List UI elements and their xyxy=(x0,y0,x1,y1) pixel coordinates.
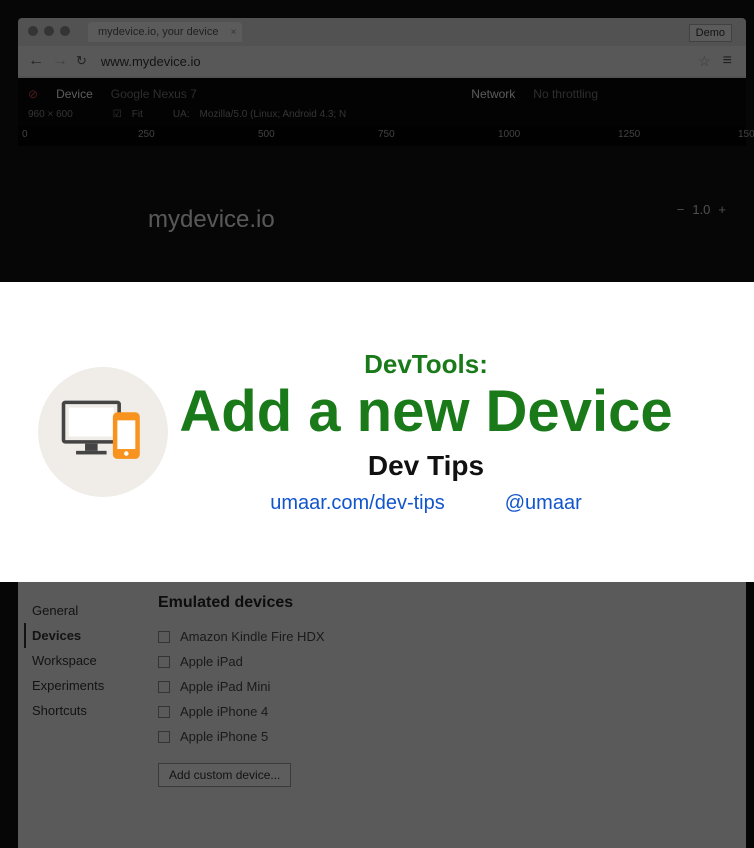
device-name: Apple iPhone 5 xyxy=(180,729,268,744)
network-value[interactable]: No throttling xyxy=(533,87,598,101)
checkbox-icon[interactable] xyxy=(158,731,170,743)
fit-label[interactable]: Fit xyxy=(132,109,143,120)
card-subtitle: Dev Tips xyxy=(168,450,684,482)
device-viewport: mydevice.io − 1.0 + xyxy=(18,146,746,266)
card-link-handle[interactable]: @umaar xyxy=(505,492,582,515)
url-bar: ← → ↻ www.mydevice.io ☆ ≡ xyxy=(18,46,746,76)
ruler-tick: 500 xyxy=(258,129,275,140)
tab-title: mydevice.io, your device xyxy=(98,26,218,38)
sidebar-item-experiments[interactable]: Experiments xyxy=(32,673,138,698)
url-input[interactable]: www.mydevice.io xyxy=(95,54,690,69)
zoom-out-icon[interactable]: − xyxy=(677,202,685,217)
device-value[interactable]: Google Nexus 7 xyxy=(111,87,197,101)
bookmark-icon[interactable]: ☆ xyxy=(698,53,711,70)
zoom-value: 1.0 xyxy=(692,202,710,217)
sidebar-item-workspace[interactable]: Workspace xyxy=(32,648,138,673)
card-overline: DevTools: xyxy=(168,349,684,380)
device-icon xyxy=(38,367,168,497)
zoom-control[interactable]: − 1.0 + xyxy=(677,202,726,217)
ruler-tick: 1250 xyxy=(618,129,640,140)
title-card: DevTools: Add a new Device Dev Tips umaa… xyxy=(0,282,754,582)
settings-sidebar: General Devices Workspace Experiments Sh… xyxy=(18,580,138,848)
cancel-icon[interactable]: ⊘ xyxy=(28,87,38,101)
ruler-tick: 1000 xyxy=(498,129,520,140)
ruler: 0 250 500 750 1000 1250 1500 xyxy=(18,126,746,146)
devtools-settings-panel: General Devices Workspace Experiments Sh… xyxy=(18,580,746,848)
menu-icon[interactable]: ≡ xyxy=(719,52,736,70)
sidebar-item-shortcuts[interactable]: Shortcuts xyxy=(32,698,138,723)
device-list-item[interactable]: Apple iPhone 5 xyxy=(158,724,726,749)
settings-heading: Emulated devices xyxy=(158,594,726,612)
browser-chrome: mydevice.io, your device × Demo ← → ↻ ww… xyxy=(18,18,746,78)
checkbox-icon[interactable] xyxy=(158,706,170,718)
device-list-item[interactable]: Apple iPhone 4 xyxy=(158,699,726,724)
checkbox-icon[interactable] xyxy=(158,656,170,668)
sidebar-item-devices[interactable]: Devices xyxy=(24,623,138,648)
reload-icon[interactable]: ↻ xyxy=(76,53,87,69)
ruler-tick: 1500 xyxy=(738,129,754,140)
ruler-tick: 750 xyxy=(378,129,395,140)
device-name: Apple iPhone 4 xyxy=(180,704,268,719)
settings-main: Emulated devices Amazon Kindle Fire HDX … xyxy=(138,580,746,848)
browser-tab[interactable]: mydevice.io, your device × xyxy=(88,22,242,42)
demo-badge: Demo xyxy=(689,24,732,42)
card-link-site[interactable]: umaar.com/dev-tips xyxy=(270,492,445,515)
device-label: Device xyxy=(56,87,93,101)
devtools-device-toolbar: ⊘ Device Google Nexus 7 Network No throt… xyxy=(18,78,746,126)
add-custom-device-button[interactable]: Add custom device... xyxy=(158,763,291,787)
checkbox-icon[interactable] xyxy=(158,681,170,693)
network-label: Network xyxy=(471,87,515,101)
ruler-tick: 250 xyxy=(138,129,155,140)
sidebar-item-general[interactable]: General xyxy=(32,598,138,623)
window-controls[interactable] xyxy=(28,26,70,36)
card-title: Add a new Device xyxy=(168,382,684,443)
close-icon[interactable]: × xyxy=(231,27,237,38)
forward-icon[interactable]: → xyxy=(52,52,68,70)
ruler-tick: 0 xyxy=(22,129,28,140)
ua-label: UA: xyxy=(173,109,190,120)
device-list-item[interactable]: Apple iPad Mini xyxy=(158,674,726,699)
device-name: Amazon Kindle Fire HDX xyxy=(180,629,325,644)
zoom-in-icon[interactable]: + xyxy=(718,202,726,217)
device-name: Apple iPad Mini xyxy=(180,679,270,694)
device-list-item[interactable]: Amazon Kindle Fire HDX xyxy=(158,624,726,649)
back-icon[interactable]: ← xyxy=(28,52,44,70)
dimensions-value[interactable]: 960 × 600 xyxy=(28,109,73,120)
ua-value[interactable]: Mozilla/5.0 (Linux; Android 4.3; N xyxy=(200,109,347,120)
device-list-item[interactable]: Apple iPad xyxy=(158,649,726,674)
checkbox-icon[interactable] xyxy=(158,631,170,643)
site-logo: mydevice.io xyxy=(148,206,275,234)
device-name: Apple iPad xyxy=(180,654,243,669)
